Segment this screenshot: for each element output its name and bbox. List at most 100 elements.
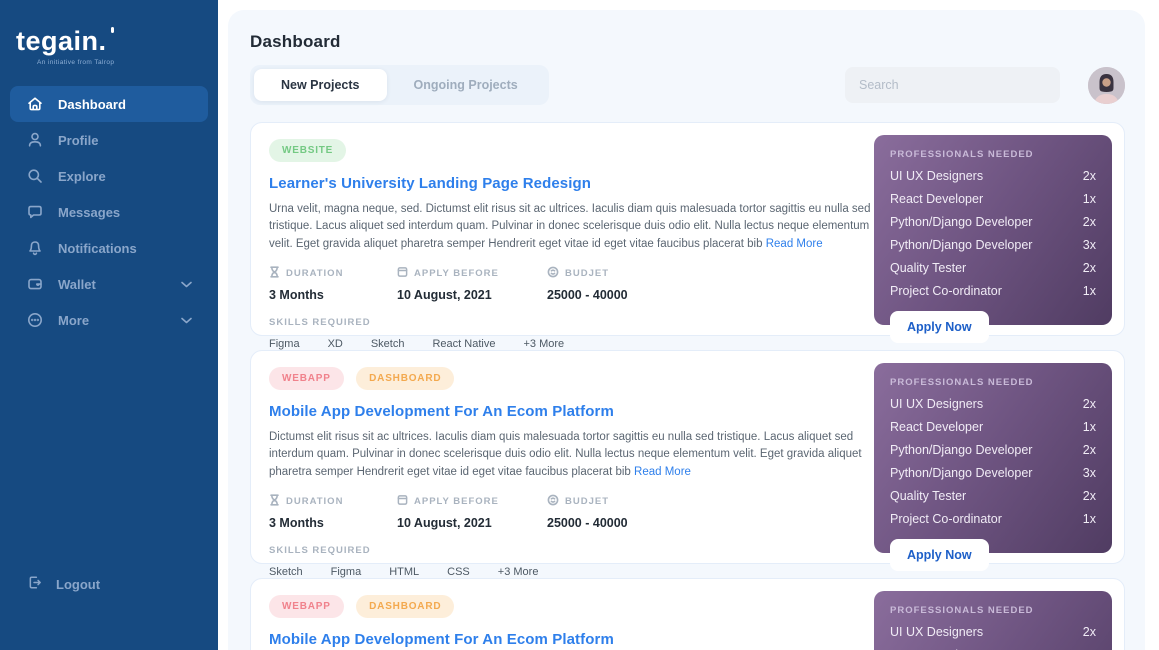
logo-block: tegain. An initiative from Talrop bbox=[0, 0, 218, 66]
sidebar-item-messages[interactable]: Messages bbox=[10, 194, 208, 230]
project-card: WEBAPP DASHBOARD Mobile App Development … bbox=[250, 350, 1125, 564]
home-icon bbox=[26, 95, 44, 113]
chevron-down-icon[interactable] bbox=[181, 317, 192, 324]
role-name: React Developer bbox=[890, 192, 983, 206]
sidebar-item-dashboard[interactable]: Dashboard bbox=[10, 86, 208, 122]
main-content: Dashboard New Projects Ongoing Projects … bbox=[228, 10, 1145, 650]
role-count: 2x bbox=[1083, 169, 1096, 183]
sidebar-item-explore[interactable]: Explore bbox=[10, 158, 208, 194]
role-count: 1x bbox=[1083, 420, 1096, 434]
sidebar-item-more[interactable]: More bbox=[10, 302, 208, 338]
professionals-needed-label: PROFESSIONALS NEEDED bbox=[890, 377, 1096, 388]
coin-icon bbox=[547, 266, 559, 281]
sidebar-item-label: Explore bbox=[58, 169, 106, 184]
role-row: Quality Tester 2x bbox=[890, 261, 1096, 275]
role-name: React Developer bbox=[890, 420, 983, 434]
calendar-icon bbox=[397, 494, 408, 509]
chat-icon bbox=[26, 203, 44, 221]
duration-label: DURATION bbox=[286, 268, 343, 279]
bell-icon bbox=[26, 239, 44, 257]
sidebar-item-label: Messages bbox=[58, 205, 120, 220]
role-row: Project Co-ordinator 1x bbox=[890, 512, 1096, 526]
role-count: 2x bbox=[1083, 215, 1096, 229]
calendar-icon bbox=[397, 266, 408, 281]
search-input[interactable] bbox=[845, 67, 1060, 103]
logo-text: tegain. bbox=[16, 26, 107, 56]
role-row: Python/Django Developer 2x bbox=[890, 443, 1096, 457]
project-card: WEBSITE Learner's University Landing Pag… bbox=[250, 122, 1125, 336]
role-name: Quality Tester bbox=[890, 489, 966, 503]
role-count: 2x bbox=[1083, 261, 1096, 275]
tag-dashboard: DASHBOARD bbox=[356, 367, 454, 390]
role-row: Python/Django Developer 2x bbox=[890, 215, 1096, 229]
avatar[interactable] bbox=[1088, 67, 1125, 104]
sidebar-item-notifications[interactable]: Notifications bbox=[10, 230, 208, 266]
read-more-link[interactable]: Read More bbox=[766, 238, 823, 250]
role-count: 2x bbox=[1083, 489, 1096, 503]
duration-value: 3 Months bbox=[269, 288, 397, 302]
tab-ongoing-projects[interactable]: Ongoing Projects bbox=[387, 69, 545, 101]
role-row: Python/Django Developer 3x bbox=[890, 466, 1096, 480]
professionals-needed-label: PROFESSIONALS NEEDED bbox=[890, 149, 1096, 160]
apply-before-value: 10 August, 2021 bbox=[397, 288, 547, 302]
chevron-down-icon[interactable] bbox=[181, 281, 192, 288]
project-description: Urna velit, magna neque, sed. Dictumst e… bbox=[269, 201, 881, 253]
role-count: 1x bbox=[1083, 192, 1096, 206]
read-more-link[interactable]: Read More bbox=[634, 466, 691, 478]
role-row: UI UX Designers 2x bbox=[890, 625, 1096, 639]
project-cards-list: WEBSITE Learner's University Landing Pag… bbox=[250, 122, 1125, 650]
sidebar-item-profile[interactable]: Profile bbox=[10, 122, 208, 158]
tegain-logo: tegain. bbox=[16, 26, 107, 57]
apply-now-button[interactable]: Apply Now bbox=[890, 539, 989, 571]
role-name: Python/Django Developer bbox=[890, 443, 1032, 457]
role-row: React Developer 1x bbox=[890, 192, 1096, 206]
logout-button[interactable]: Logout bbox=[26, 574, 100, 594]
apply-now-button[interactable]: Apply Now bbox=[890, 311, 989, 343]
role-row: Python/Django Developer 3x bbox=[890, 238, 1096, 252]
wallet-icon bbox=[26, 275, 44, 293]
skills-more-link[interactable]: +3 More bbox=[498, 566, 539, 578]
sidebar-nav: Dashboard Profile Explore Messages Notif… bbox=[0, 86, 218, 338]
professionals-needed-label: PROFESSIONALS NEEDED bbox=[890, 605, 1096, 616]
professionals-panel: PROFESSIONALS NEEDED UI UX Designers 2x … bbox=[874, 363, 1112, 553]
professionals-panel: PROFESSIONALS NEEDED UI UX Designers 2x … bbox=[874, 591, 1112, 650]
budget-block: BUDJET 25000 - 40000 bbox=[547, 266, 628, 302]
sidebar-item-label: Notifications bbox=[58, 241, 137, 256]
sidebar-item-label: More bbox=[58, 313, 89, 328]
sidebar-item-label: Wallet bbox=[58, 277, 96, 292]
role-name: UI UX Designers bbox=[890, 625, 983, 639]
logout-label: Logout bbox=[56, 577, 100, 592]
role-count: 2x bbox=[1083, 397, 1096, 411]
role-name: UI UX Designers bbox=[890, 397, 983, 411]
tag-webapp: WEBAPP bbox=[269, 367, 344, 390]
header-row: New Projects Ongoing Projects bbox=[250, 65, 1125, 105]
tab-new-projects[interactable]: New Projects bbox=[254, 69, 387, 101]
budget-block: BUDJET 25000 - 40000 bbox=[547, 494, 628, 530]
role-count: 1x bbox=[1083, 284, 1096, 298]
project-card: WEBAPP DASHBOARD Mobile App Development … bbox=[250, 578, 1125, 650]
role-count: 3x bbox=[1083, 238, 1096, 252]
project-description: Dictumst elit risus sit ac ultrices. Iac… bbox=[269, 429, 881, 481]
apply-before-block: APPLY BEFORE 10 August, 2021 bbox=[397, 266, 547, 302]
logo-trademark bbox=[111, 27, 114, 33]
duration-value: 3 Months bbox=[269, 516, 397, 530]
user-icon bbox=[26, 131, 44, 149]
duration-block: DURATION 3 Months bbox=[269, 494, 397, 530]
skill-chip: XD bbox=[328, 338, 343, 350]
page-title: Dashboard bbox=[250, 32, 1125, 52]
tag-website: WEBSITE bbox=[269, 139, 346, 162]
skill-chip: HTML bbox=[389, 566, 419, 578]
role-row: Project Co-ordinator 1x bbox=[890, 284, 1096, 298]
skills-more-link[interactable]: +3 More bbox=[523, 338, 564, 350]
role-name: Quality Tester bbox=[890, 261, 966, 275]
professionals-panel: PROFESSIONALS NEEDED UI UX Designers 2x … bbox=[874, 135, 1112, 325]
sidebar-item-wallet[interactable]: Wallet bbox=[10, 266, 208, 302]
role-name: Python/Django Developer bbox=[890, 238, 1032, 252]
hourglass-icon bbox=[269, 494, 280, 509]
projects-tabs: New Projects Ongoing Projects bbox=[250, 65, 549, 105]
skill-chip: Figma bbox=[269, 338, 300, 350]
skill-chip: Figma bbox=[331, 566, 362, 578]
role-row: Quality Tester 2x bbox=[890, 489, 1096, 503]
role-name: Project Co-ordinator bbox=[890, 512, 1002, 526]
role-row: React Developer 1x bbox=[890, 420, 1096, 434]
